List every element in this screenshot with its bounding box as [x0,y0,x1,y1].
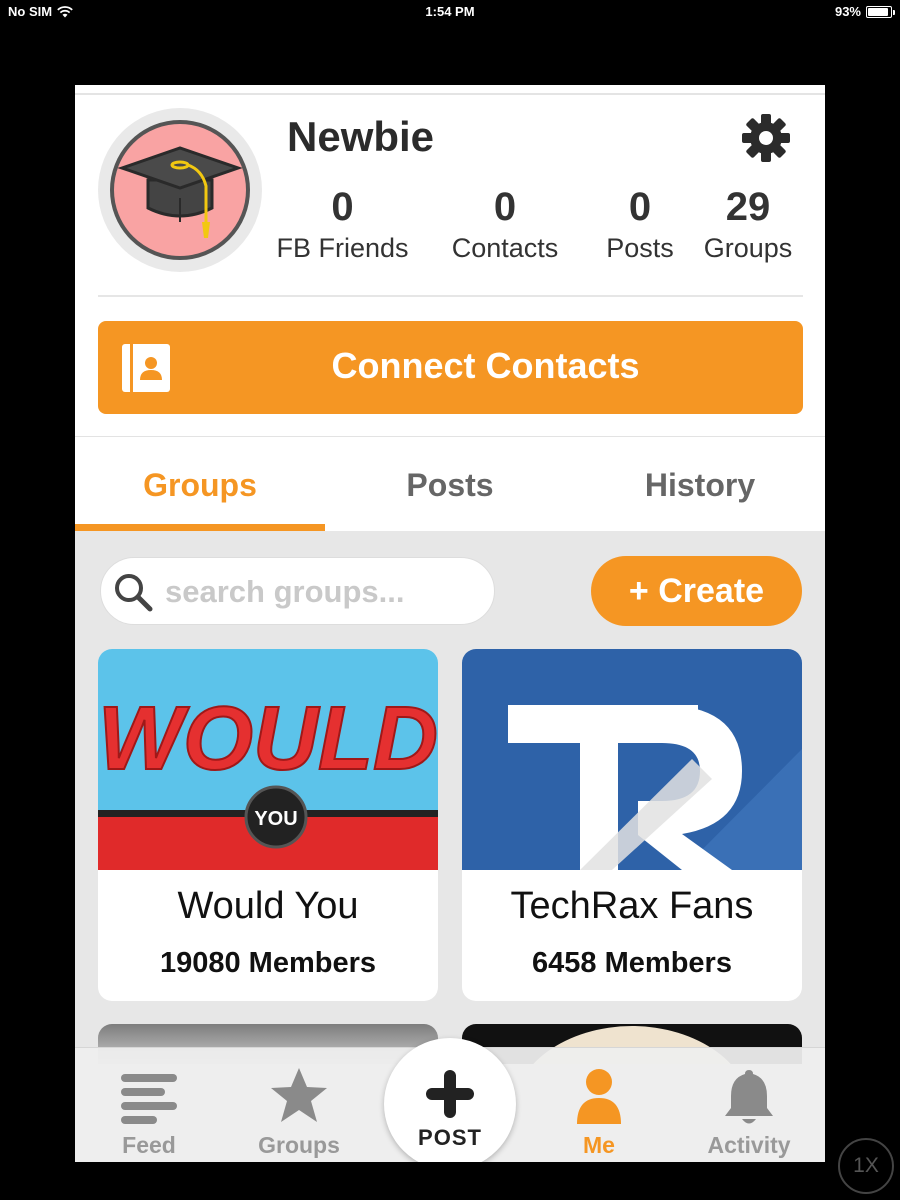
stat-label: Posts [606,233,674,263]
stat-value: 0 [628,185,652,229]
tabbar-label: Groups [258,1132,340,1158]
stat-label: FB Friends [276,233,409,263]
tabbar-feed[interactable]: Feed [89,1048,209,1162]
stat-value: 0 [493,185,517,229]
group-image-would-you: WOULD YOU [98,649,438,870]
group-members: 19080 Members [159,947,377,979]
status-bar: No SIM 1:54 PM 93% [0,0,900,26]
group-card-techrax-fans[interactable]: TechRax Fans 6458 Members [462,649,802,1001]
battery-percent: 93% [834,4,861,19]
connect-contacts-label: Connect Contacts [331,345,640,386]
tabbar-activity[interactable]: Activity [689,1048,809,1162]
stat-groups[interactable]: 29 Groups [693,183,803,265]
search-icon [115,574,153,612]
group-title: TechRax Fans [510,885,754,927]
zoom-badge[interactable]: 1X [838,1138,894,1194]
battery-tip [893,9,895,15]
create-group-button[interactable]: + Create [591,556,802,626]
avatar[interactable] [98,108,262,272]
tab-groups[interactable]: Groups [75,437,325,531]
tabbar-label: Feed [122,1132,176,1158]
tabbar-groups[interactable]: Groups [239,1048,359,1162]
person-icon [577,1069,621,1124]
status-right: 93% [834,4,895,19]
group-title: Would You [177,885,359,927]
group-members: 6458 Members [532,947,732,979]
profile-name: Newbie [287,113,435,160]
tabbar-me[interactable]: Me [539,1048,659,1162]
post-button[interactable]: POST [384,1038,516,1162]
would-you-banner: WOULD YOU [98,649,438,870]
group-card-would-you[interactable]: WOULD YOU Would You 19080 Members [98,649,438,1001]
stat-label: Groups [703,233,793,263]
stat-posts[interactable]: 0 Posts [595,183,685,265]
stat-label: Contacts [451,233,559,263]
profile-tabs: Groups Posts History [75,437,825,531]
profile-divider [98,295,803,297]
stat-contacts[interactable]: 0 Contacts [435,183,575,265]
star-icon [271,1068,327,1122]
stat-value: 0 [331,185,354,229]
battery-icon [866,5,895,18]
tabbar-label: Activity [707,1132,791,1158]
search-box[interactable] [100,557,495,625]
tabbar-label: Me [583,1132,615,1158]
stat-fb-friends[interactable]: 0 FB Friends [270,183,415,265]
app-window: Newbie 0 FB Friends 0 Contacts 0 Posts 2… [75,85,825,1162]
you-badge-text: YOU [254,808,297,830]
battery-fill [868,7,889,16]
tab-posts[interactable]: Posts [325,437,575,531]
post-label: POST [418,1125,482,1150]
search-input[interactable] [165,568,485,616]
tab-history[interactable]: History [575,437,825,531]
feed-icon [121,1074,177,1124]
header-divider [75,93,825,95]
gear-icon[interactable] [741,113,791,163]
group-image-techrax [462,649,802,870]
connect-contacts-button[interactable]: Connect Contacts [98,321,803,414]
techrax-logo [462,649,802,870]
would-banner-text: WOULD [98,689,438,789]
graduation-cap-icon [118,146,242,238]
plus-icon [426,1070,474,1118]
status-time: 1:54 PM [425,4,475,19]
bell-icon [725,1070,773,1124]
stat-value: 29 [725,185,771,229]
active-tab-indicator [75,524,325,531]
